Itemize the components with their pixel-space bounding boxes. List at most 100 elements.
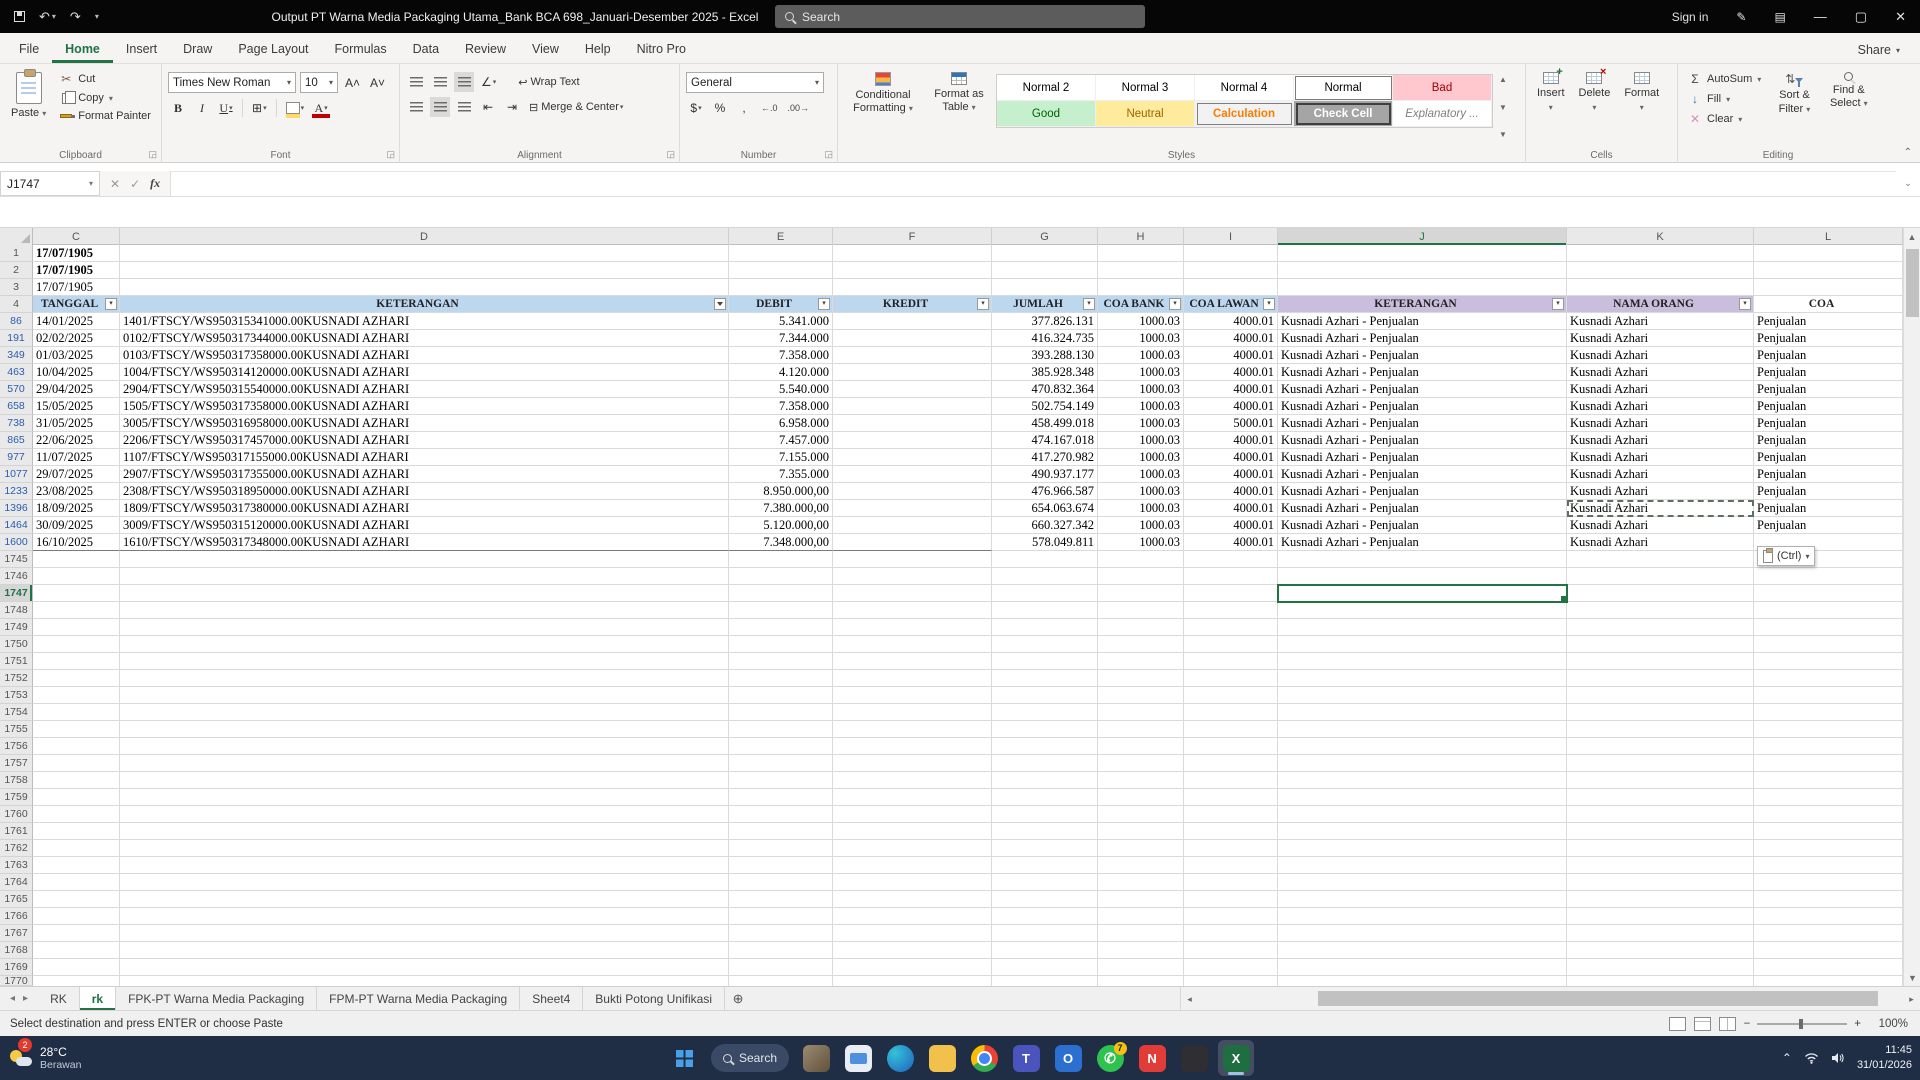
cell-style-normal[interactable]: Normal [1294,75,1393,101]
column-header-J[interactable]: J [1278,228,1567,245]
cell-J1750[interactable] [1278,636,1567,653]
row-header-570[interactable]: 570 [0,381,33,398]
cell-E1756[interactable] [729,738,833,755]
row-header-1766[interactable]: 1766 [0,908,33,925]
cell-K1751[interactable] [1567,653,1754,670]
cell-C1754[interactable] [33,704,120,721]
collapse-ribbon-icon[interactable]: ⌃ [1904,147,1912,158]
undo-button[interactable]: ↶▾ [39,9,56,25]
cell-H1756[interactable] [1098,738,1184,755]
cell-F1766[interactable] [833,908,992,925]
cell-L1756[interactable] [1754,738,1903,755]
cell-L1748[interactable] [1754,602,1903,619]
cell-G738[interactable]: 458.499.018 [992,415,1098,432]
sign-in-button[interactable]: Sign in [1658,0,1723,33]
row-header-1077[interactable]: 1077 [0,466,33,483]
cell-G1769[interactable] [992,959,1098,976]
cell-F1759[interactable] [833,789,992,806]
row-header-1760[interactable]: 1760 [0,806,33,823]
cell-H1464[interactable]: 1000.03 [1098,517,1184,534]
cell-K1747[interactable] [1567,585,1754,602]
cell-K1753[interactable] [1567,687,1754,704]
cell-H1758[interactable] [1098,772,1184,789]
row-header-1757[interactable]: 1757 [0,755,33,772]
cell-C1[interactable]: 17/07/1905 [33,245,120,262]
cell-I349[interactable]: 4000.01 [1184,347,1278,364]
cell-G2[interactable] [992,262,1098,279]
cell-D1763[interactable] [120,857,729,874]
cell-D1760[interactable] [120,806,729,823]
cell-J1754[interactable] [1278,704,1567,721]
cell-H1396[interactable]: 1000.03 [1098,500,1184,517]
cell-H570[interactable]: 1000.03 [1098,381,1184,398]
cell-J1753[interactable] [1278,687,1567,704]
cell-J1748[interactable] [1278,602,1567,619]
restore-button[interactable]: ▢ [1841,0,1881,33]
cell-E1077[interactable]: 7.355.000 [729,466,833,483]
cell-F1764[interactable] [833,874,992,891]
cell-style-normal-3[interactable]: Normal 3 [1096,75,1195,101]
cell-L1747[interactable] [1754,585,1903,602]
cell-F1747[interactable] [833,585,992,602]
cell-D1758[interactable] [120,772,729,789]
cell-K1758[interactable] [1567,772,1754,789]
filter-dropdown-icon[interactable]: ▾ [1169,298,1181,310]
cell-I1752[interactable] [1184,670,1278,687]
row-header-1765[interactable]: 1765 [0,891,33,908]
cell-K1600[interactable]: Kusnadi Azhari [1567,534,1754,551]
cell-F1745[interactable] [833,551,992,568]
cell-K1[interactable] [1567,245,1754,262]
cell-C1760[interactable] [33,806,120,823]
align-right-button[interactable] [454,97,474,117]
cell-H1[interactable] [1098,245,1184,262]
cell-style-neutral[interactable]: Neutral [1096,101,1195,127]
cell-D191[interactable]: 0102/FTSCY/WS950317344000.00KUSNADI AZHA… [120,330,729,347]
normal-view-button[interactable] [1669,1017,1686,1031]
cell-D1749[interactable] [120,619,729,636]
vertical-scrollbar[interactable]: ▲ ▼ [1903,228,1920,986]
cell-L738[interactable]: Penjualan [1754,415,1903,432]
zoom-slider[interactable] [1757,1023,1847,1025]
row-header-86[interactable]: 86 [0,313,33,330]
row-header-3[interactable]: 3 [0,279,33,296]
cell-L1750[interactable] [1754,636,1903,653]
align-center-button[interactable] [430,97,450,117]
cell-E1746[interactable] [729,568,833,585]
cell-K977[interactable]: Kusnadi Azhari [1567,449,1754,466]
cell-F977[interactable] [833,449,992,466]
cell-J1763[interactable] [1278,857,1567,874]
cell-E1233[interactable]: 8.950.000,00 [729,483,833,500]
cell-C1763[interactable] [33,857,120,874]
cell-C1755[interactable] [33,721,120,738]
cell-I1749[interactable] [1184,619,1278,636]
column-header-C[interactable]: C [33,228,120,245]
copy-button[interactable]: Copy ▾ [55,90,155,106]
sort-filter-button[interactable]: ⇅ Sort & Filter ▾ [1769,68,1819,146]
cell-J86[interactable]: Kusnadi Azhari - Penjualan [1278,313,1567,330]
cell-H1757[interactable] [1098,755,1184,772]
alignment-dialog-launcher[interactable]: ◲ [666,149,675,160]
cell-G1762[interactable] [992,840,1098,857]
column-header-G[interactable]: G [992,228,1098,245]
cell-C570[interactable]: 29/04/2025 [33,381,120,398]
row-header-191[interactable]: 191 [0,330,33,347]
cell-E1747[interactable] [729,585,833,602]
cell-F1[interactable] [833,245,992,262]
cell-L658[interactable]: Penjualan [1754,398,1903,415]
gallery-more-button[interactable]: ▼ [1499,130,1507,139]
cell-C1745[interactable] [33,551,120,568]
cell-K1754[interactable] [1567,704,1754,721]
cell-E3[interactable] [729,279,833,296]
cell-J1752[interactable] [1278,670,1567,687]
cell-J191[interactable]: Kusnadi Azhari - Penjualan [1278,330,1567,347]
cell-D1746[interactable] [120,568,729,585]
filter-dropdown-icon[interactable]: ▾ [105,298,117,310]
cell-L865[interactable]: Penjualan [1754,432,1903,449]
cell-I1766[interactable] [1184,908,1278,925]
cell-E4[interactable]: DEBIT▾ [729,296,833,313]
sheet-tab-fpk-pt-warna-media-packaging[interactable]: FPK-PT Warna Media Packaging [116,987,317,1010]
increase-font-size-button[interactable]: A˄ [342,73,363,93]
clipboard-dialog-launcher[interactable]: ◲ [148,149,157,160]
row-header-658[interactable]: 658 [0,398,33,415]
cell-H1600[interactable]: 1000.03 [1098,534,1184,551]
